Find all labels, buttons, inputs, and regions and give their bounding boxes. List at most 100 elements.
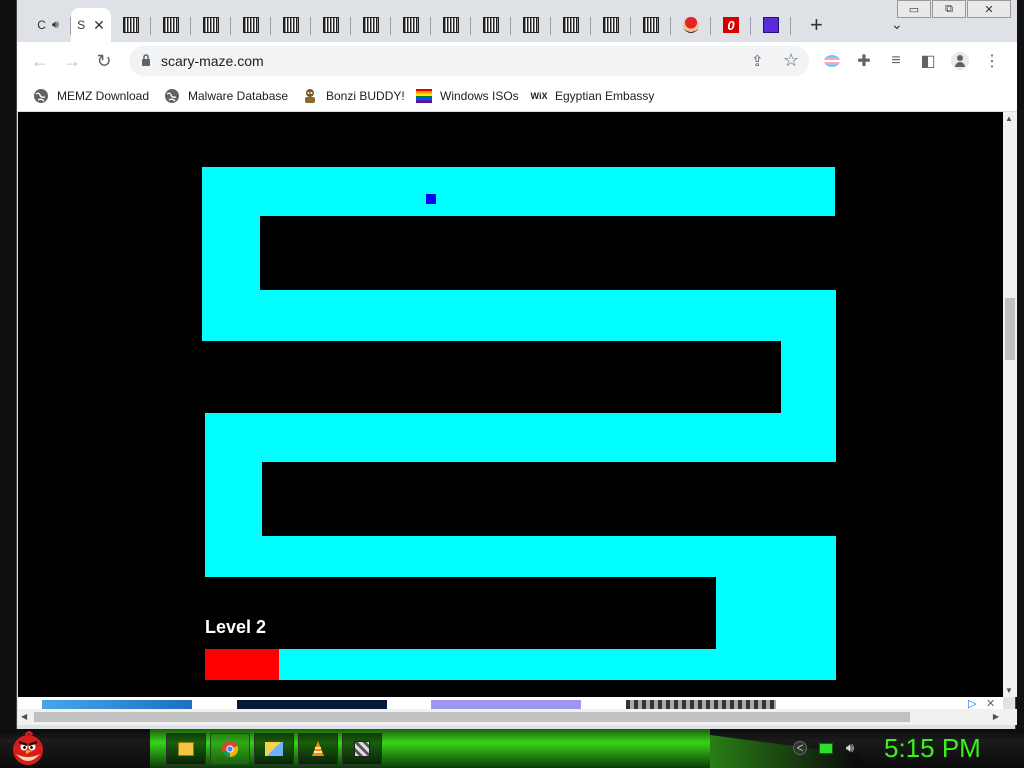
browser-toolbar: ← → ↻ scary-maze.com ⇪ ☆ ✚ ≡ ◧ ⋮ [17,42,1017,80]
globe-icon [164,88,180,104]
tab-opera[interactable]: 0 [711,8,751,42]
scroll-up-icon[interactable]: ▲ [1005,114,1013,123]
mario-favicon-icon [683,17,699,33]
ad-close-icon[interactable]: ✕ [986,697,995,709]
angry-bird-icon [13,731,43,765]
reload-button[interactable]: ↻ [93,50,115,72]
bookmark-malware-database[interactable]: Malware Database [164,86,288,106]
tab-qr-9[interactable] [431,8,471,42]
game-canvas[interactable]: Level 2 [18,112,1003,697]
ad-image[interactable] [431,700,581,709]
profile-avatar-icon[interactable] [951,52,969,70]
tab-qr-8[interactable] [391,8,431,42]
tab-qr-3[interactable] [191,8,231,42]
ad-banner[interactable]: ▷ ✕ [18,697,1003,709]
start-button[interactable] [8,728,48,768]
tab-qr-2[interactable] [151,8,191,42]
ad-image[interactable] [237,700,387,709]
extension-flag-icon[interactable] [823,52,841,70]
share-icon[interactable]: ⇪ [751,52,764,70]
rainbow-flag-icon [416,88,432,104]
scroll-left-icon[interactable]: ◀ [21,712,27,721]
kebab-menu-icon[interactable]: ⋮ [983,52,1001,70]
qr-favicon-icon [603,17,619,33]
bookmark-egyptian-embassy[interactable]: WiX Egyptian Embassy [530,86,655,106]
bookmark-label: Bonzi BUDDY! [326,89,405,103]
bookmark-windows-isos[interactable]: Windows ISOs [416,86,519,106]
horizontal-scrollbar[interactable]: ◀ ▶ [18,709,1017,725]
taskbar-item-app[interactable] [342,733,382,765]
adchoices-icon[interactable]: ▷ [968,697,976,709]
bookmark-label: Windows ISOs [440,89,519,103]
start-zone[interactable] [205,649,279,680]
qr-favicon-icon [323,17,339,33]
scrollbar-thumb[interactable] [1005,298,1015,360]
ad-image[interactable] [42,700,192,709]
tab-qr-11[interactable] [511,8,551,42]
url-text: scary-maze.com [161,53,264,69]
tab-close-icon[interactable]: ✕ [93,17,105,34]
clock[interactable]: 5:15 PM [884,733,981,764]
maze-path-segment [202,167,835,216]
tab-purple[interactable] [751,8,791,42]
forward-button[interactable]: → [61,50,83,72]
tab-qr-10[interactable] [471,8,511,42]
close-button[interactable]: ✕ [967,0,1011,18]
tab-qr-1[interactable] [111,8,151,42]
tab-qr-4[interactable] [231,8,271,42]
app-icon [354,741,370,757]
qr-favicon-icon [203,17,219,33]
bookmark-memz[interactable]: MEMZ Download [33,86,149,106]
media-control-icon[interactable]: ≡ [887,52,905,70]
bookmark-label: Egyptian Embassy [555,89,655,103]
tab-qr-5[interactable] [271,8,311,42]
browser-window: C 🔊︎ S ✕ 0 + ⌄ ▭ ⧉ ✕ ← → ↻ scary-maze.co… [16,0,1017,729]
tab-search-button[interactable]: ⌄ [891,16,903,33]
vertical-scrollbar[interactable]: ▲ ▼ [1003,112,1017,697]
scroll-right-icon[interactable]: ▶ [993,712,999,721]
purple-face-favicon-icon [763,17,779,33]
taskbar-item-vlc[interactable] [298,733,338,765]
tab-scary-maze[interactable]: S ✕ [71,8,111,42]
network-icon[interactable] [818,740,834,756]
tab-audio[interactable]: C 🔊︎ [25,8,71,42]
taskbar-item-file-explorer[interactable] [166,733,206,765]
scroll-down-icon[interactable]: ▼ [1005,686,1013,695]
bookmark-label: Malware Database [188,89,289,103]
tab-qr-14[interactable] [631,8,671,42]
back-button[interactable]: ← [29,50,51,72]
scrollbar-thumb[interactable] [34,712,910,722]
tab-qr-12[interactable] [551,8,591,42]
bookmark-bonzi-buddy[interactable]: Bonzi BUDDY! [302,86,405,106]
taskbar-item-folder[interactable] [254,733,294,765]
vlc-icon [312,741,324,756]
qr-favicon-icon [163,17,179,33]
tab-title: C [37,18,46,32]
bookmark-star-icon[interactable]: ☆ [783,50,799,71]
maze-path-segment [205,413,836,462]
arrow-left-icon: ← [31,50,49,71]
bookmark-label: MEMZ Download [57,89,150,103]
tab-qr-13[interactable] [591,8,631,42]
side-panel-icon[interactable]: ◧ [919,52,937,70]
restore-button[interactable]: ⧉ [932,0,966,18]
tray-arrow-icon[interactable]: ᐸ [792,740,808,756]
wix-icon: WiX [530,91,548,101]
qr-favicon-icon [443,17,459,33]
maze-path-segment [205,536,836,577]
minimize-button[interactable]: ▭ [897,0,931,18]
tab-qr-6[interactable] [311,8,351,42]
ad-image[interactable] [626,700,776,709]
tab-qr-7[interactable] [351,8,391,42]
extensions-puzzle-icon[interactable]: ✚ [855,52,873,70]
tab-mario[interactable] [671,8,711,42]
address-bar[interactable]: scary-maze.com ⇪ ☆ [129,46,809,76]
opera-favicon-icon: 0 [723,17,739,33]
taskbar-item-chrome[interactable] [210,733,250,765]
volume-icon[interactable]: 🔊︎ [842,740,858,756]
globe-icon [33,88,49,104]
new-tab-button[interactable]: + [810,14,823,36]
speaker-icon: 🔊︎ [51,18,59,31]
file-explorer-icon [178,742,194,756]
player-dot[interactable] [426,194,436,204]
